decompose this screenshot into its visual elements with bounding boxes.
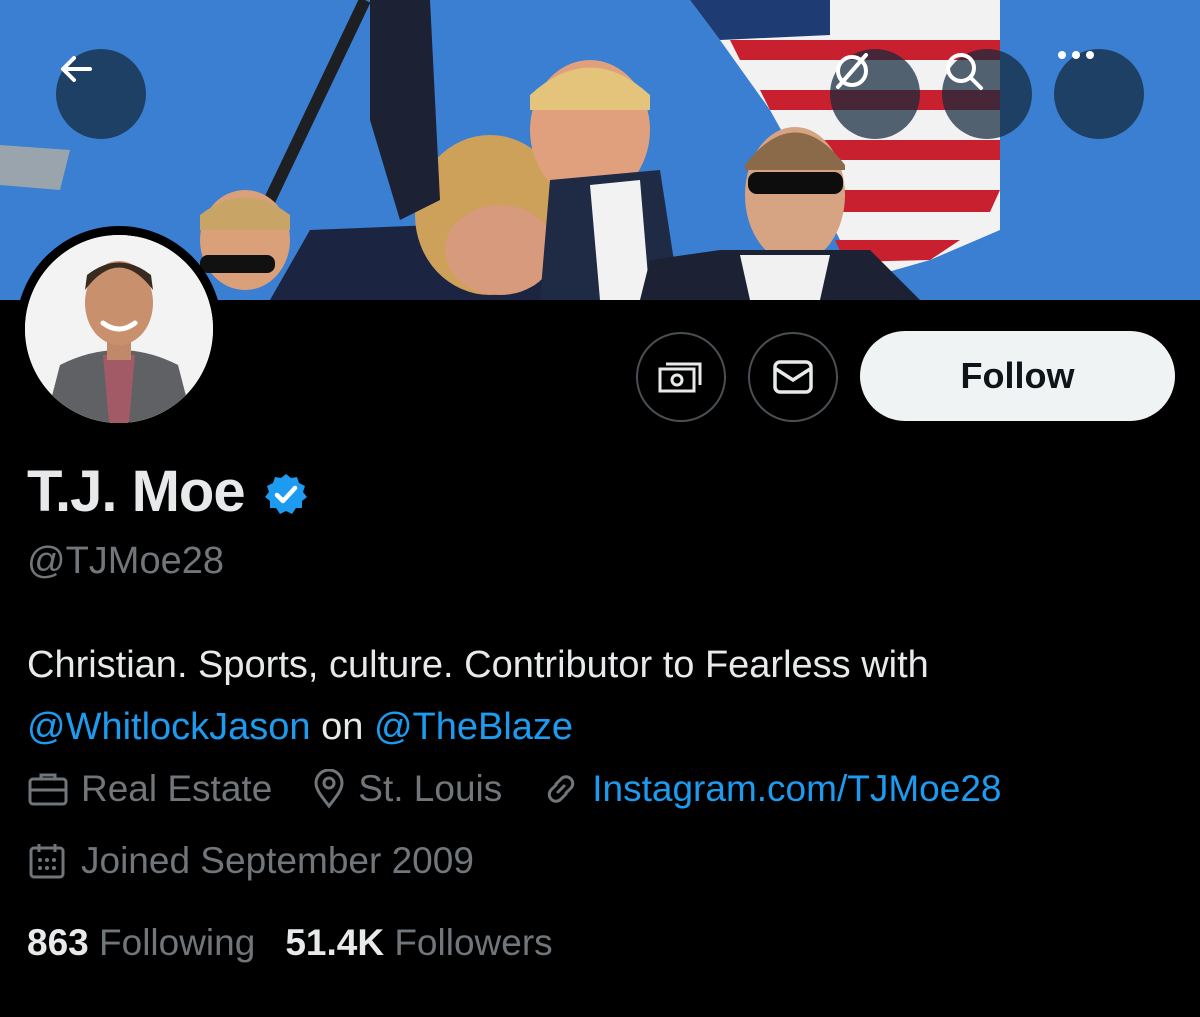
profile-handle: @TJMoe28: [27, 540, 224, 582]
message-button[interactable]: [748, 332, 838, 422]
search-button[interactable]: [942, 49, 1032, 139]
search-icon: [946, 53, 983, 90]
avatar-photo: [25, 235, 213, 423]
followers-stat[interactable]: 51.4K Followers: [285, 922, 552, 964]
following-count: 863: [27, 922, 89, 963]
website-link[interactable]: Instagram.com/TJMoe28: [592, 768, 1001, 810]
bio-text: Christian. Sports, culture. Contributor …: [27, 644, 929, 686]
profile-stats: 863 Following 51.4K Followers: [27, 922, 583, 964]
bio-text-on: on: [310, 706, 374, 748]
money-icon: [658, 362, 702, 393]
calendar-icon: [29, 844, 65, 879]
followers-label: Followers: [394, 922, 553, 963]
category-item: Real Estate: [27, 768, 272, 810]
more-button[interactable]: [1054, 49, 1144, 139]
location-label: St. Louis: [358, 768, 503, 809]
avatar[interactable]: [16, 226, 222, 432]
follow-button[interactable]: Follow: [860, 331, 1175, 421]
back-button[interactable]: [56, 49, 146, 139]
location-pin-icon: [314, 769, 344, 809]
verified-badge-icon[interactable]: [263, 472, 309, 518]
joined-date: Joined September 2009: [27, 840, 474, 882]
website-item[interactable]: Instagram.com/TJMoe28: [542, 768, 1001, 810]
following-stat[interactable]: 863 Following: [27, 922, 255, 964]
envelope-icon: [773, 360, 813, 394]
arrow-left-icon: [61, 56, 92, 82]
grok-button[interactable]: [830, 49, 920, 139]
joined-label: Joined September 2009: [81, 840, 474, 881]
profile-meta: Real Estate St. Louis Instagram.com/TJMo…: [27, 768, 1041, 810]
bio-mention-theblaze[interactable]: @TheBlaze: [374, 706, 573, 748]
location-item: St. Louis: [312, 768, 502, 810]
bio-mention-whitlockjason[interactable]: @WhitlockJason: [27, 706, 311, 748]
briefcase-icon: [28, 773, 68, 806]
more-horizontal-icon: [1058, 51, 1094, 59]
profile-name: T.J. Moe: [27, 459, 246, 524]
profile-bio: Christian. Sports, culture. Contributor …: [27, 634, 1177, 758]
following-label: Following: [99, 922, 256, 963]
category-label: Real Estate: [81, 768, 273, 809]
followers-count: 51.4K: [285, 922, 385, 963]
link-icon: [548, 775, 575, 803]
grok-slash-circle-icon: [836, 53, 868, 89]
tip-button[interactable]: [636, 332, 726, 422]
profile-name-row: T.J. Moe: [27, 458, 309, 525]
